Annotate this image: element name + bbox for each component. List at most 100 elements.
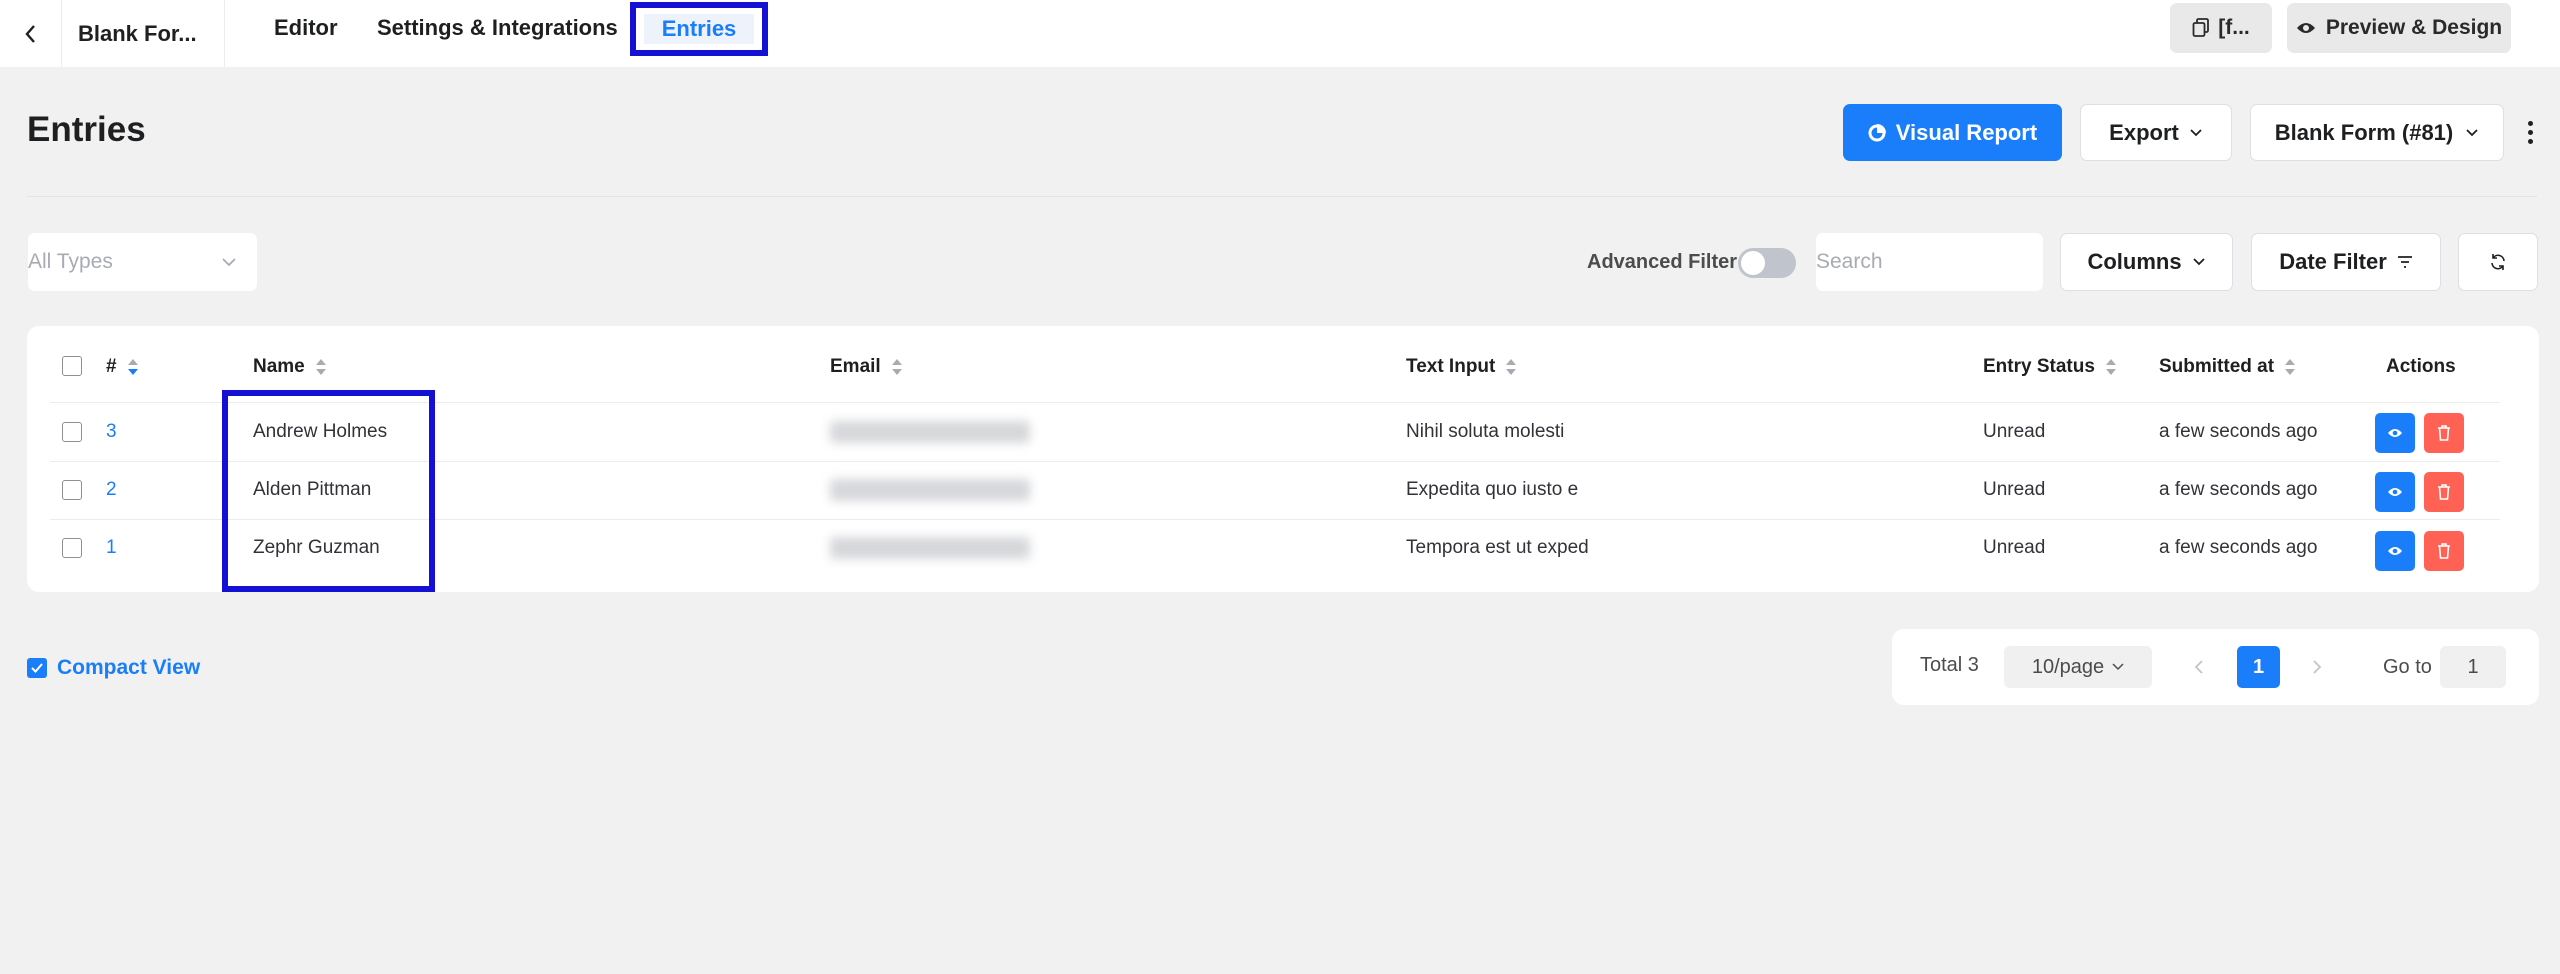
sort-icon	[891, 358, 903, 376]
visual-report-label: Visual Report	[1895, 119, 2038, 145]
entry-status: Unread	[1983, 537, 2046, 558]
column-header-submitted-at-label: Submitted at	[2159, 356, 2275, 377]
page-size-select[interactable]: 10/page	[2004, 646, 2152, 688]
chevron-right-icon	[2313, 660, 2322, 674]
prev-page-button[interactable]	[2184, 646, 2214, 688]
chevron-left-icon	[2194, 660, 2203, 674]
entry-status: Unread	[1983, 479, 2046, 500]
page-size-label: 10/page	[2031, 655, 2105, 678]
export-button[interactable]: Export	[2080, 104, 2232, 161]
eye-icon	[2388, 488, 2402, 496]
columns-label: Columns	[2087, 249, 2182, 274]
sort-icon	[127, 358, 139, 376]
column-header-name[interactable]: Name	[253, 356, 327, 378]
visual-report-button[interactable]: Visual Report	[1843, 104, 2062, 161]
entry-id-link[interactable]: 1	[106, 533, 117, 563]
pie-chart-icon	[1868, 123, 1886, 141]
refresh-icon	[2491, 254, 2505, 270]
next-page-button[interactable]	[2302, 646, 2332, 688]
trash-icon	[2438, 543, 2450, 559]
entry-id-link[interactable]: 3	[106, 417, 117, 447]
preview-design-button[interactable]: Preview & Design	[2287, 3, 2511, 53]
column-header-email[interactable]: Email	[830, 356, 903, 378]
email-redacted	[830, 479, 1030, 501]
view-entry-button[interactable]	[2375, 531, 2415, 571]
eye-icon	[2388, 429, 2402, 437]
export-label: Export	[2109, 119, 2179, 145]
tab-entries[interactable]: Entries	[630, 2, 768, 56]
column-header-entry-status-label: Entry Status	[1983, 356, 2095, 377]
entry-submitted-at: a few seconds ago	[2159, 537, 2318, 558]
column-header-text-input-label: Text Input	[1406, 356, 1496, 377]
column-header-entry-status[interactable]: Entry Status	[1983, 356, 2117, 378]
sort-icon	[315, 358, 327, 376]
filter-icon	[2397, 256, 2412, 268]
row-checkbox[interactable]	[62, 422, 82, 442]
page-title: Entries	[27, 110, 146, 149]
trash-icon	[2438, 484, 2450, 500]
goto-page-input[interactable]: 1	[2440, 646, 2506, 688]
form-select-label: Blank Form (#81)	[2274, 119, 2454, 145]
trash-icon	[2438, 425, 2450, 441]
advanced-filter-label: Advanced Filter	[1587, 251, 1738, 273]
more-options-icon[interactable]	[2520, 112, 2540, 152]
column-header-submitted-at[interactable]: Submitted at	[2159, 356, 2296, 378]
delete-entry-button[interactable]	[2424, 472, 2464, 512]
column-header-id-label: #	[106, 356, 117, 377]
entry-submitted-at: a few seconds ago	[2159, 479, 2318, 500]
select-all-checkbox[interactable]	[62, 356, 82, 376]
checkmark-icon	[27, 658, 47, 678]
compact-view-checkbox[interactable]: Compact View	[27, 656, 200, 680]
shortcode-button[interactable]: [f...	[2170, 3, 2272, 53]
view-entry-button[interactable]	[2375, 472, 2415, 512]
name-column-highlight	[222, 390, 435, 592]
tab-settings-integrations[interactable]: Settings & Integrations	[377, 0, 618, 56]
row-checkbox[interactable]	[62, 480, 82, 500]
chevron-down-icon	[2112, 663, 2124, 671]
eye-icon	[2388, 547, 2402, 555]
shortcode-label: [f...	[2218, 16, 2250, 39]
column-header-email-label: Email	[830, 356, 881, 377]
date-filter-button[interactable]: Date Filter	[2251, 233, 2441, 291]
copy-icon	[2192, 18, 2210, 37]
tab-editor[interactable]: Editor	[274, 0, 338, 56]
form-name: Blank For...	[62, 0, 225, 67]
types-select-placeholder: All Types	[28, 250, 113, 273]
chevron-left-icon	[24, 24, 35, 43]
pagination-total: Total 3	[1920, 654, 1979, 676]
sort-icon	[2105, 358, 2117, 376]
tab-entries-label: Entries	[643, 14, 755, 44]
header-divider	[27, 196, 2537, 197]
column-header-name-label: Name	[253, 356, 305, 377]
back-button[interactable]	[0, 0, 62, 67]
column-header-actions-label: Actions	[2386, 356, 2456, 377]
page-1-button[interactable]: 1	[2237, 646, 2280, 688]
form-select[interactable]: Blank Form (#81)	[2250, 104, 2504, 161]
preview-design-label: Preview & Design	[2325, 16, 2503, 39]
email-redacted	[830, 537, 1030, 559]
delete-entry-button[interactable]	[2424, 413, 2464, 453]
refresh-button[interactable]	[2458, 233, 2538, 291]
date-filter-label: Date Filter	[2279, 249, 2387, 274]
row-checkbox[interactable]	[62, 538, 82, 558]
advanced-filter-toggle[interactable]	[1738, 248, 1796, 278]
column-header-actions: Actions	[2386, 356, 2456, 378]
toggle-knob	[1741, 251, 1765, 275]
sort-icon	[2284, 358, 2296, 376]
columns-button[interactable]: Columns	[2060, 233, 2233, 291]
types-select[interactable]: All Types	[28, 233, 257, 291]
eye-icon	[2296, 23, 2315, 33]
email-redacted	[830, 421, 1030, 443]
delete-entry-button[interactable]	[2424, 531, 2464, 571]
column-header-text-input[interactable]: Text Input	[1406, 356, 1517, 378]
entry-id-link[interactable]: 2	[106, 475, 117, 505]
view-entry-button[interactable]	[2375, 413, 2415, 453]
column-header-id[interactable]: #	[106, 356, 139, 378]
entry-text-input: Tempora est ut exped	[1406, 537, 1589, 558]
chevron-down-icon	[222, 258, 236, 267]
entry-text-input: Nihil soluta molesti	[1406, 421, 1565, 442]
compact-view-label: Compact View	[57, 656, 201, 679]
entry-status: Unread	[1983, 421, 2046, 442]
search-input[interactable]: Search	[1816, 233, 2043, 291]
entry-text-input: Expedita quo iusto e	[1406, 479, 1579, 500]
